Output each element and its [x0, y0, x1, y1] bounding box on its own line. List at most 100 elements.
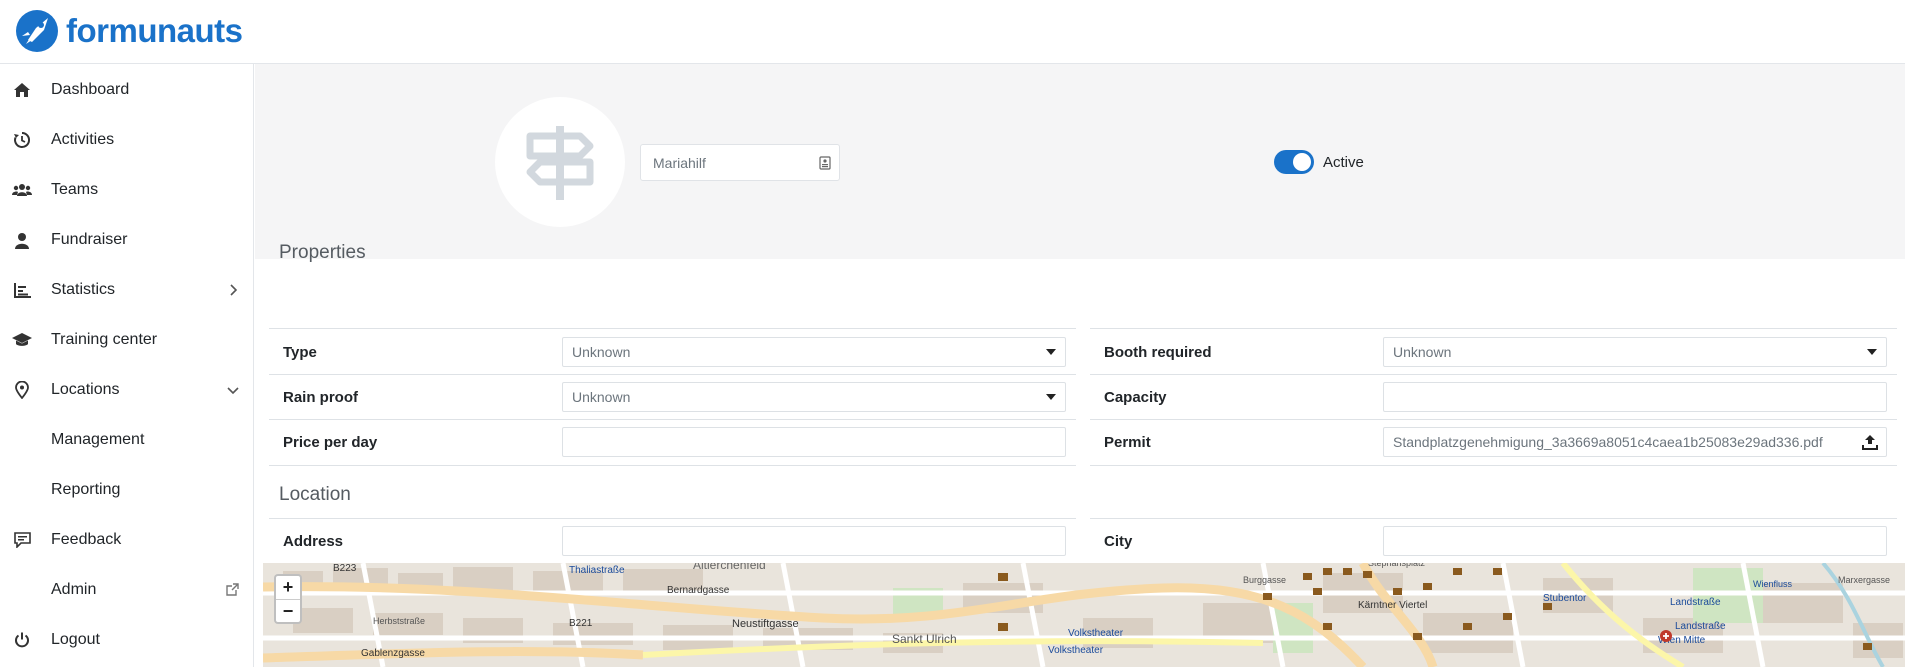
permit-file-input[interactable]: Standplatzgenehmigung_3a3669a8051c4caea1…: [1383, 427, 1887, 457]
sidebar-item-label: Admin: [51, 581, 97, 598]
divider: [1090, 374, 1897, 375]
sidebar-item-label: Logout: [51, 631, 100, 648]
address-input[interactable]: [562, 526, 1066, 556]
svg-text:Landstraße: Landstraße: [1670, 597, 1721, 608]
external-link-icon: [226, 583, 240, 597]
dropdown-caret-icon: [1046, 349, 1056, 355]
map-zoom-control: + −: [274, 574, 302, 624]
city-input[interactable]: [1383, 526, 1887, 556]
svg-text:Kärntner Viertel: Kärntner Viertel: [1358, 600, 1427, 611]
sidebar-item-teams[interactable]: Teams: [0, 165, 254, 215]
svg-text:B223: B223: [333, 563, 357, 574]
sidebar-item-statistics[interactable]: Statistics: [0, 265, 254, 315]
svg-text:Gablenzgasse: Gablenzgasse: [361, 648, 425, 659]
sidebar-item-management[interactable]: Management: [0, 415, 254, 465]
user-icon: [12, 230, 32, 250]
price-per-day-label: Price per day: [283, 434, 378, 451]
svg-text:B221: B221: [569, 618, 593, 629]
active-toggle[interactable]: [1274, 150, 1314, 174]
svg-text:Wienfluss: Wienfluss: [1753, 579, 1793, 589]
svg-text:Sankt Ulrich: Sankt Ulrich: [892, 632, 957, 646]
sidebar-item-dashboard[interactable]: Dashboard: [0, 65, 254, 115]
price-per-day-input[interactable]: [562, 427, 1066, 457]
users-icon: [12, 180, 32, 200]
history-icon: [12, 130, 32, 150]
sidebar-item-feedback[interactable]: Feedback: [0, 515, 254, 565]
svg-text:Herbststraße: Herbststraße: [373, 616, 425, 626]
active-toggle-group: Active: [1274, 150, 1364, 174]
zoom-out-button[interactable]: −: [276, 599, 300, 622]
active-label: Active: [1323, 153, 1364, 171]
home-icon: [12, 80, 32, 100]
type-select-value: Unknown: [572, 344, 631, 360]
divider: [1090, 518, 1897, 519]
booth-required-select[interactable]: Unknown: [1383, 337, 1887, 367]
divider: [1090, 328, 1897, 329]
sidebar-item-locations[interactable]: Locations: [0, 365, 254, 415]
dropdown-caret-icon: [1046, 394, 1056, 400]
location-name-value: Mariahilf: [653, 154, 706, 171]
svg-text:Altlerchenfeld: Altlerchenfeld: [693, 563, 766, 572]
rocket-logo-icon: [16, 10, 58, 52]
properties-section-title: Properties: [279, 242, 366, 263]
chevron-right-icon: [226, 283, 240, 297]
signpost-icon: [526, 126, 594, 200]
city-label: City: [1104, 533, 1133, 550]
sidebar-item-label: Reporting: [51, 481, 121, 498]
main-content: Mariahilf Active Properties Type Unknown…: [255, 64, 1905, 667]
upload-icon[interactable]: [1862, 434, 1878, 453]
brand-name: formunauts: [66, 12, 243, 49]
svg-text:Stubentor: Stubentor: [1543, 593, 1587, 604]
rain-proof-select[interactable]: Unknown: [562, 382, 1066, 412]
sidebar-item-label: Fundraiser: [51, 231, 128, 248]
sidebar-item-label: Locations: [51, 381, 120, 398]
svg-text:Burggasse: Burggasse: [1243, 575, 1286, 585]
sidebar-item-label: Teams: [51, 181, 99, 198]
permit-label: Permit: [1104, 434, 1151, 451]
svg-text:Neustiftgasse: Neustiftgasse: [732, 618, 799, 630]
address-label: Address: [283, 533, 344, 550]
svg-text:Marxergasse: Marxergasse: [1838, 575, 1890, 585]
rain-proof-value: Unknown: [572, 389, 631, 405]
svg-text:Stephansplatz: Stephansplatz: [1368, 563, 1426, 568]
svg-text:Bernardgasse: Bernardgasse: [667, 585, 730, 596]
sidebar-item-training-center[interactable]: Training center: [0, 315, 254, 365]
zoom-in-button[interactable]: +: [276, 576, 300, 599]
capacity-label: Capacity: [1104, 389, 1167, 406]
divider: [269, 465, 1076, 466]
divider: [1090, 419, 1897, 420]
sidebar-item-label: Training center: [51, 331, 158, 348]
map-pin-icon: [12, 380, 32, 400]
chevron-down-icon: [226, 383, 240, 397]
chart-icon: [12, 280, 32, 300]
sidebar-item-label: Feedback: [51, 531, 122, 548]
capacity-input[interactable]: [1383, 382, 1887, 412]
type-select[interactable]: Unknown: [562, 337, 1066, 367]
brand-logo[interactable]: formunauts: [14, 8, 243, 54]
rain-proof-label: Rain proof: [283, 389, 358, 406]
location-map[interactable]: B223 Thaliastraße Altlerchenfeld Bernard…: [263, 563, 1905, 667]
location-name-input[interactable]: Mariahilf: [640, 144, 840, 181]
graduation-cap-icon: [12, 330, 32, 350]
sidebar-item-activities[interactable]: Activities: [0, 115, 254, 165]
sidebar-item-fundraiser[interactable]: Fundraiser: [0, 215, 254, 265]
power-icon: [12, 630, 32, 650]
sidebar-item-label: Statistics: [51, 281, 116, 298]
svg-text:Thaliastraße: Thaliastraße: [569, 565, 625, 576]
svg-text:Volkstheater: Volkstheater: [1068, 628, 1124, 639]
location-header: Mariahilf Active: [255, 64, 1905, 259]
comment-icon: [12, 530, 32, 550]
divider: [269, 518, 1076, 519]
sidebar-item-label: Management: [51, 431, 145, 448]
sidebar: Dashboard Activities Teams Fundraiser St…: [0, 64, 254, 667]
sidebar-item-logout[interactable]: Logout: [0, 615, 254, 665]
avatar[interactable]: [495, 97, 625, 227]
divider: [269, 374, 1076, 375]
sidebar-item-reporting[interactable]: Reporting: [0, 465, 254, 515]
type-label: Type: [283, 344, 317, 361]
booth-required-value: Unknown: [1393, 344, 1452, 360]
svg-text:Volkstheater: Volkstheater: [1048, 645, 1104, 656]
id-card-icon: [819, 156, 831, 173]
sidebar-item-admin[interactable]: Admin: [0, 565, 254, 615]
sidebar-item-label: Activities: [51, 131, 115, 148]
